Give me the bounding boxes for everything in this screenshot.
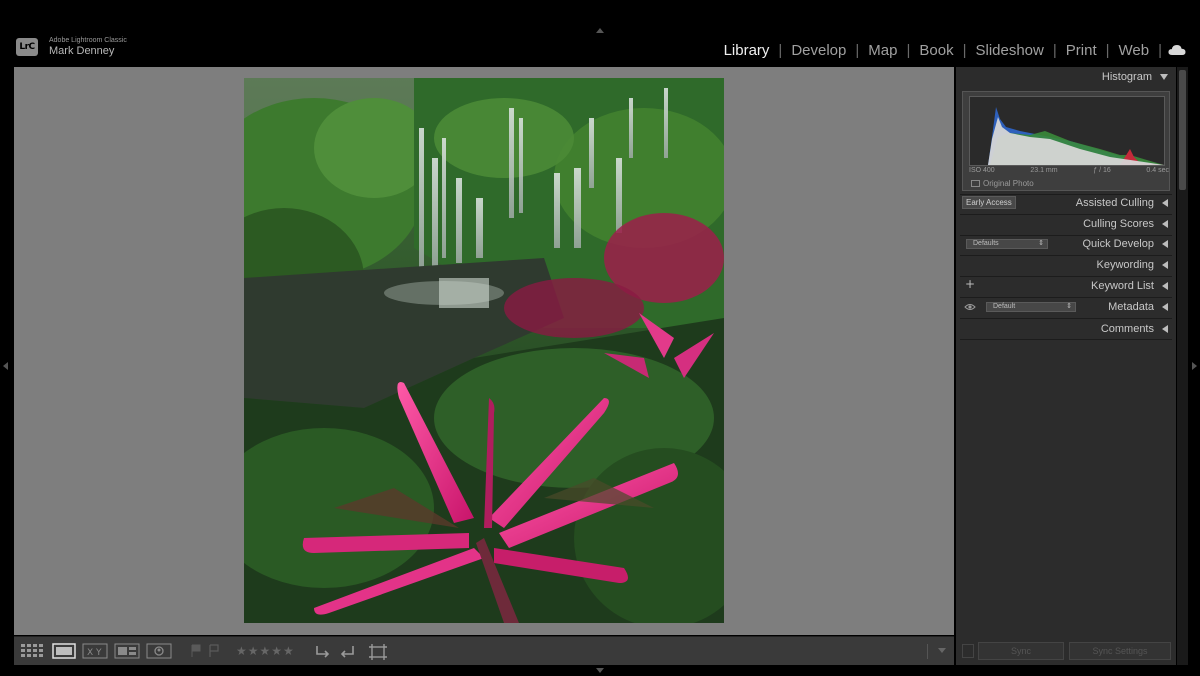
module-print[interactable]: Print: [1057, 42, 1106, 59]
loupe-view-icon[interactable]: [52, 643, 76, 659]
module-slideshow[interactable]: Slideshow: [966, 42, 1052, 59]
right-panel-collapse-icon[interactable]: [1192, 362, 1197, 370]
rotate-left-icon[interactable]: [314, 643, 332, 659]
module-library[interactable]: Library: [715, 42, 779, 59]
star-rating[interactable]: ★★★★★: [236, 644, 295, 658]
panel-expand-icon: [1162, 282, 1168, 290]
iso-value: ISO 400: [969, 167, 995, 174]
right-panel: Histogram ISO 400 23.1 mm ƒ / 16 0.4 sec…: [956, 67, 1176, 665]
sync-settings-button[interactable]: Sync Settings: [1069, 642, 1171, 660]
focal-length-value: 23.1 mm: [1030, 167, 1058, 174]
assisted-culling-header[interactable]: Assisted Culling: [960, 193, 1172, 213]
histogram-graph: [988, 107, 1164, 165]
panel-expand-icon: [1162, 261, 1168, 269]
exif-info: ISO 400 23.1 mm ƒ / 16 0.4 sec: [969, 167, 1169, 174]
top-panel-collapse-icon[interactable]: [596, 28, 604, 33]
left-panel-expand-icon[interactable]: [3, 362, 8, 370]
shutter-value: 0.4 sec: [1146, 167, 1169, 174]
keyword-list-title: Keyword List: [1091, 280, 1154, 292]
culling-scores-header[interactable]: Culling Scores: [960, 214, 1172, 234]
svg-text:X: X: [87, 648, 93, 658]
panel-collapse-icon: [1160, 74, 1168, 80]
keyword-list-header[interactable]: Keyword List: [960, 276, 1172, 296]
panel-expand-icon: [1162, 240, 1168, 248]
lrc-logo: LrC: [16, 38, 38, 56]
quick-develop-header[interactable]: Quick Develop: [960, 234, 1172, 254]
metadata-title: Metadata: [1108, 301, 1154, 313]
rotate-right-icon[interactable]: [338, 643, 356, 659]
module-book[interactable]: Book: [910, 42, 962, 59]
keywording-header[interactable]: Keywording: [960, 255, 1172, 275]
survey-view-icon[interactable]: [114, 643, 140, 659]
svg-text:Y: Y: [95, 648, 102, 658]
comments-header[interactable]: Comments: [960, 319, 1172, 339]
module-web[interactable]: Web: [1110, 42, 1159, 59]
panel-expand-icon: [1162, 199, 1168, 207]
sync-button[interactable]: Sync: [978, 642, 1064, 660]
panel-expand-icon: [1162, 303, 1168, 311]
histogram-title: Histogram: [1101, 71, 1152, 83]
module-develop[interactable]: Develop: [782, 42, 855, 59]
original-photo-toggle[interactable]: Original Photo: [971, 179, 1034, 188]
compare-view-icon[interactable]: X Y: [82, 643, 108, 659]
original-photo-label: Original Photo: [983, 179, 1034, 188]
histogram-header[interactable]: Histogram: [960, 67, 1172, 87]
histogram-plot[interactable]: [969, 96, 1165, 166]
aperture-value: ƒ / 16: [1093, 167, 1111, 174]
toolbar-divider: [927, 644, 928, 659]
comments-title: Comments: [1100, 323, 1154, 335]
keywording-title: Keywording: [1096, 259, 1154, 271]
bottom-panel-expand-icon[interactable]: [596, 668, 604, 673]
module-picker: Library | Develop | Map | Book | Slidesh…: [715, 42, 1162, 59]
panel-expand-icon: [1162, 220, 1168, 228]
toolbar-menu-chevron-icon[interactable]: [938, 648, 946, 653]
panel-expand-icon: [1162, 325, 1168, 333]
original-photo-checkbox[interactable]: [971, 180, 980, 187]
people-view-icon[interactable]: [146, 643, 172, 659]
auto-sync-switch[interactable]: [962, 644, 974, 658]
culling-scores-title: Culling Scores: [1083, 218, 1154, 230]
top-bar: LrC Adobe Lightroom Classic Mark Denney …: [0, 0, 1200, 66]
scrollbar-thumb[interactable]: [1179, 70, 1186, 190]
grid-view-icon[interactable]: [20, 643, 44, 659]
waterfall-photo: [244, 78, 724, 623]
library-toolbar: X Y ★★★★★: [14, 636, 954, 665]
user-name: Mark Denney: [49, 45, 115, 57]
module-separator: |: [1158, 42, 1162, 59]
crop-frame-icon[interactable]: [368, 643, 388, 661]
cloud-icon[interactable]: [1168, 44, 1186, 56]
photo-preview[interactable]: [244, 78, 724, 623]
flag-reject-icon[interactable]: [208, 643, 220, 659]
histogram-box: ISO 400 23.1 mm ƒ / 16 0.4 sec Original …: [962, 91, 1170, 191]
flag-pick-icon[interactable]: [190, 643, 202, 659]
app-name: Adobe Lightroom Classic: [49, 37, 127, 44]
metadata-header[interactable]: Metadata: [960, 297, 1172, 317]
quick-develop-title: Quick Develop: [1082, 238, 1154, 250]
panel-divider: [960, 339, 1172, 340]
module-map[interactable]: Map: [859, 42, 906, 59]
assisted-culling-title: Assisted Culling: [1075, 197, 1154, 209]
